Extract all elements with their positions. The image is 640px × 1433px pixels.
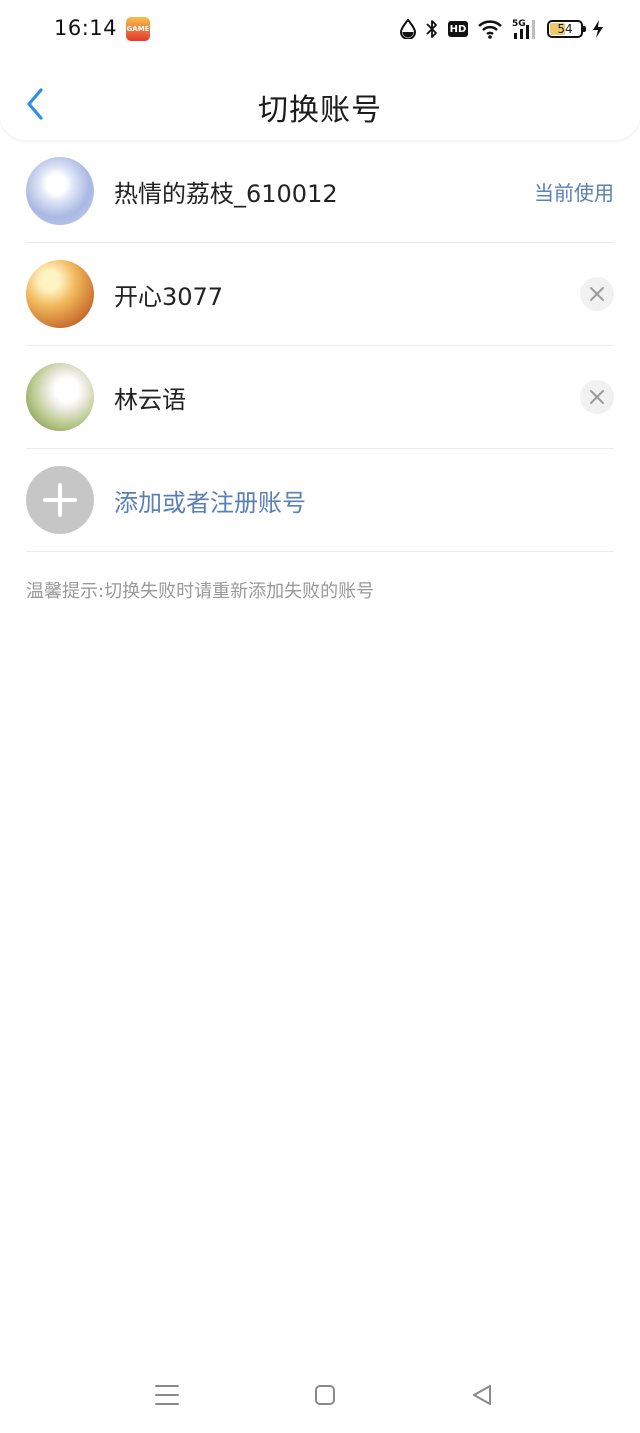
account-row[interactable]: 林云语: [26, 346, 614, 449]
status-icons: HD 5G 54: [400, 16, 604, 42]
close-icon: [590, 390, 604, 404]
signal-5g-icon: 5G: [512, 18, 538, 40]
header-bar: 切换账号: [0, 58, 640, 140]
charging-icon: [592, 19, 604, 39]
add-account-row[interactable]: 添加或者注册账号: [26, 449, 614, 552]
account-name: 林云语: [114, 385, 186, 414]
account-name: 热情的荔枝_610012: [114, 179, 338, 208]
network-label: 5G: [512, 19, 526, 29]
system-nav-bar: [0, 1365, 640, 1423]
current-account-badge: 当前使用: [534, 180, 614, 205]
switch-account-screen: 16:14 GAME HD 5G 54 切换账号 热情的荔枝_610012 当前…: [0, 0, 640, 1433]
remove-account-button[interactable]: [580, 380, 614, 414]
menu-icon: [155, 1385, 179, 1405]
add-account-label[interactable]: 添加或者注册账号: [114, 483, 614, 518]
status-bar: 16:14 GAME HD 5G 54: [0, 0, 640, 58]
avatar: [26, 157, 94, 225]
close-icon: [590, 287, 604, 301]
account-list: 热情的荔枝_610012 当前使用 开心3077 林云语 添加或者注册账号: [26, 140, 614, 552]
game-app-icon: GAME: [126, 17, 150, 41]
account-name: 开心3077: [114, 282, 224, 311]
avatar: [26, 363, 94, 431]
avatar: [26, 260, 94, 328]
bluetooth-icon: [425, 19, 439, 39]
page-title: 切换账号: [258, 93, 382, 128]
account-row-current[interactable]: 热情的荔枝_610012 当前使用: [26, 140, 614, 243]
plus-icon: [43, 483, 77, 517]
battery-icon: 54: [547, 20, 586, 38]
wifi-icon: [477, 19, 503, 39]
data-saver-icon: [400, 19, 416, 39]
status-time: 16:14: [54, 16, 118, 40]
account-row[interactable]: 开心3077: [26, 243, 614, 346]
home-button[interactable]: [305, 1375, 345, 1415]
home-icon: [315, 1385, 335, 1405]
back-triangle-icon: [473, 1385, 491, 1405]
back-nav-button[interactable]: [462, 1375, 502, 1415]
tip-text: 温馨提示:切换失败时请重新添加失败的账号: [26, 581, 375, 602]
hd-icon: HD: [448, 21, 468, 37]
remove-account-button[interactable]: [580, 277, 614, 311]
add-account-button[interactable]: [26, 466, 94, 534]
menu-button[interactable]: [147, 1375, 187, 1415]
battery-level: 54: [557, 22, 573, 36]
